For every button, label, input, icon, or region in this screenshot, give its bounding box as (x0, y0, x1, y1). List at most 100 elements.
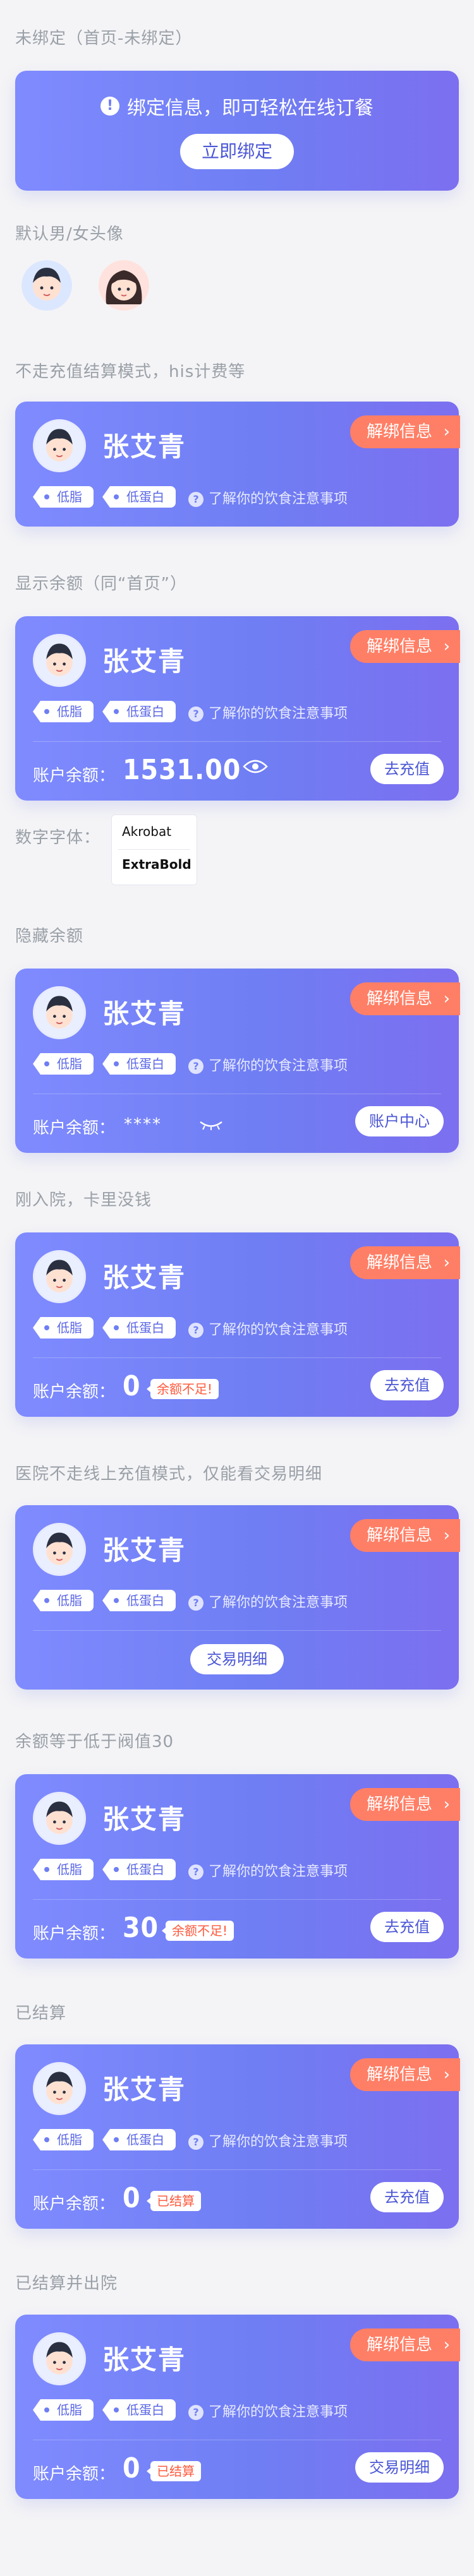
badge-pointer (162, 1928, 166, 1934)
female-avatar (99, 260, 149, 311)
patient-card-discharged: 张艾青 解绑信息 › 低脂 低蛋白 ? 了解你的饮食注意事项 账户余额： 0 已结算… (15, 2315, 460, 2499)
patient-card-threshold: 张艾青 解绑信息 › 低脂 低蛋白 ? 了解你的饮食注意事项 账户余额： 30 余额… (15, 1774, 460, 1959)
settled-text: 已结算 (157, 2193, 195, 2209)
recharge-button[interactable]: 去充值 (370, 2182, 444, 2212)
diet-tip-text: 了解你的饮食注意事项 (209, 1595, 348, 1611)
section-label-settled: 已结算 (15, 2004, 67, 2023)
diet-tip-text: 了解你的饮食注意事项 (209, 2404, 348, 2420)
balance-label: 账户余额： (33, 1383, 116, 1402)
unbind-button[interactable]: 解绑信息 › (349, 982, 460, 1015)
unbind-button[interactable]: 解绑信息 › (349, 415, 460, 448)
unbind-button[interactable]: 解绑信息 › (349, 1246, 460, 1279)
balance-label: 账户余额： (33, 1924, 116, 1943)
diet-tag: 低蛋白 (102, 486, 176, 508)
hidden-balance-mask: **** (124, 1115, 162, 1134)
divider (33, 1630, 441, 1631)
patient-card-transactions: 张艾青 解绑信息 › 低脂 低蛋白 ? 了解你的饮食注意事项 交易明细 (15, 1505, 460, 1690)
patient-name: 张艾青 (102, 1804, 186, 1835)
unbind-label: 解绑信息 (366, 2335, 432, 2354)
transactions-button[interactable]: 交易明细 (355, 2452, 444, 2483)
patient-avatar (33, 1792, 86, 1845)
account-center-button[interactable]: 账户中心 (355, 1106, 444, 1136)
recharge-button[interactable]: 去充值 (370, 754, 444, 784)
patient-card-balance: 张艾青 解绑信息 › 低脂 低蛋白 ? 了解你的饮食注意事项 账户余额： 1531.… (15, 616, 460, 801)
divider (33, 1899, 441, 1900)
patient-name: 张艾青 (102, 2074, 186, 2105)
font-divider (118, 849, 190, 850)
diet-tag: 低蛋白 (102, 1859, 176, 1880)
section-label-hide-balance: 隐藏余额 (15, 927, 84, 946)
patient-name: 张艾青 (102, 998, 186, 1029)
divider (33, 2169, 441, 2170)
chevron-right-icon: › (443, 637, 450, 656)
chevron-right-icon: › (443, 1526, 450, 1545)
transactions-button[interactable]: 交易明细 (190, 1644, 284, 1674)
section-label-settled-discharged: 已结算并出院 (15, 2274, 118, 2293)
unbind-label: 解绑信息 (366, 1253, 432, 1272)
unbind-button[interactable]: 解绑信息 › (349, 2058, 460, 2091)
eye-closed-icon[interactable] (198, 1120, 224, 1130)
divider (33, 741, 441, 742)
patient-name: 张艾青 (102, 1262, 186, 1293)
question-icon: ? (188, 2405, 204, 2420)
insufficient-text: 余额不足! (172, 1923, 228, 1938)
divider (33, 1357, 441, 1358)
font-specimen: Akrobat ExtraBold (111, 814, 197, 885)
diet-tip-link[interactable]: ? 了解你的饮食注意事项 (188, 2130, 348, 2150)
unbind-button[interactable]: 解绑信息 › (349, 1788, 460, 1821)
unbind-button[interactable]: 解绑信息 › (349, 1519, 460, 1552)
question-icon: ? (188, 707, 204, 722)
unbind-label: 解绑信息 (366, 637, 432, 656)
patient-avatar (33, 2062, 86, 2115)
question-icon: ? (188, 1323, 204, 1338)
unbind-label: 解绑信息 (366, 1795, 432, 1814)
chevron-right-icon: › (443, 422, 450, 441)
recharge-button[interactable]: 去充值 (370, 1912, 444, 1942)
patient-avatar (33, 986, 86, 1039)
diet-tag: 低蛋白 (102, 1053, 176, 1075)
question-icon: ? (188, 1059, 204, 1074)
section-label-show-balance: 显示余额（同“首页”） (15, 575, 187, 593)
diet-tip-link[interactable]: ? 了解你的饮食注意事项 (188, 487, 348, 508)
patient-avatar (33, 1250, 86, 1303)
diet-tip-link[interactable]: ? 了解你的饮食注意事项 (188, 1860, 348, 1880)
section-label-no-recharge: 不走充值结算模式，his计费等 (15, 362, 246, 381)
recharge-button[interactable]: 去充值 (370, 1370, 444, 1400)
balance-label: 账户余额： (33, 2465, 116, 2484)
unbind-button[interactable]: 解绑信息 › (349, 2329, 460, 2361)
bind-now-button[interactable]: 立即绑定 (179, 134, 295, 169)
patient-card-basic: 张艾青 解绑信息 › 低脂 低蛋白 ? 了解你的饮食注意事项 (15, 402, 460, 527)
badge-pointer (147, 2198, 150, 2204)
chevron-right-icon: › (443, 1253, 450, 1272)
diet-tip-text: 了解你的饮食注意事项 (209, 1322, 348, 1338)
diet-tip-link[interactable]: ? 了解你的饮食注意事项 (188, 702, 348, 722)
patient-name: 张艾青 (102, 431, 186, 462)
diet-tip-text: 了解你的饮食注意事项 (209, 1058, 348, 1074)
balance-label: 账户余额： (33, 1119, 116, 1138)
diet-tag: 低蛋白 (102, 701, 176, 722)
settled-badge: 已结算 (147, 2191, 201, 2211)
diet-tag: 低脂 (33, 2129, 94, 2150)
diet-tag: 低脂 (33, 2399, 94, 2421)
badge-pointer (147, 2468, 150, 2474)
diet-tip-text: 了解你的饮食注意事项 (209, 706, 348, 722)
unbind-label: 解绑信息 (366, 1526, 432, 1545)
chevron-right-icon: › (443, 2065, 450, 2084)
section-label-default-avatar: 默认男/女头像 (15, 225, 124, 244)
diet-tag: 低脂 (33, 486, 94, 508)
diet-tip-link[interactable]: ? 了解你的饮食注意事项 (188, 1591, 348, 1611)
font-weight: ExtraBold (122, 857, 191, 872)
patient-avatar (33, 634, 86, 687)
patient-name: 张艾青 (102, 2344, 186, 2375)
unbind-button[interactable]: 解绑信息 › (349, 630, 460, 663)
male-avatar (21, 260, 72, 311)
balance-label: 账户余额： (33, 766, 116, 785)
balance-label: 账户余额： (33, 2195, 116, 2214)
diet-tip-link[interactable]: ? 了解你的饮食注意事项 (188, 2400, 348, 2421)
eye-open-icon[interactable] (243, 758, 268, 775)
diet-tip-link[interactable]: ? 了解你的饮食注意事项 (188, 1054, 348, 1075)
number-font-label: 数字字体： (15, 828, 101, 847)
diet-tip-link[interactable]: ? 了解你的饮食注意事项 (188, 1318, 348, 1339)
diet-tag: 低蛋白 (102, 1317, 176, 1339)
diet-tip-text: 了解你的饮食注意事项 (209, 2134, 348, 2150)
